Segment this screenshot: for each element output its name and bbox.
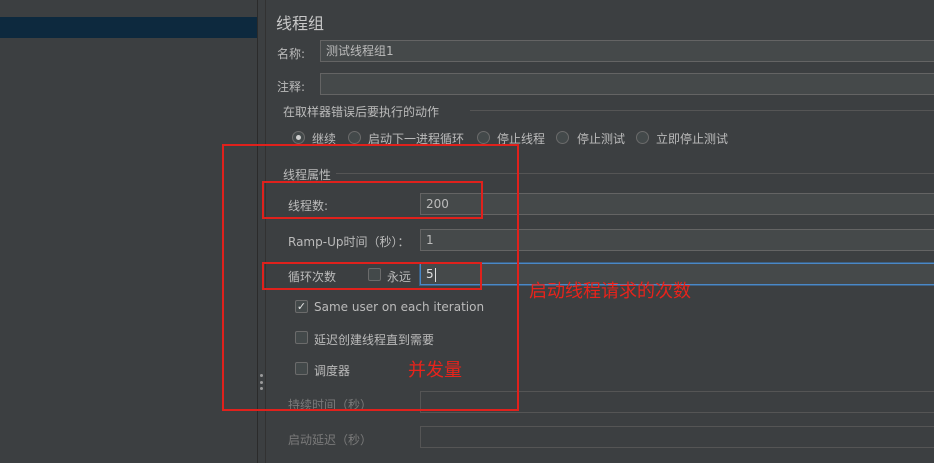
page-title: 线程组 — [276, 14, 325, 33]
radio-stop-thread[interactable] — [477, 131, 490, 144]
comment-field[interactable] — [320, 73, 934, 95]
annotation-box-threads — [262, 181, 483, 219]
error-action-title: 在取样器错误后要执行的动作 — [283, 105, 440, 119]
tree-panel — [0, 0, 257, 463]
section-divider — [470, 110, 934, 111]
startup-delay-field[interactable] — [420, 426, 934, 448]
annotation-concurrency-note: 并发量 — [408, 360, 462, 381]
radio-stop-test-now-label: 立即停止测试 — [656, 132, 729, 146]
tree-item-selected[interactable] — [0, 17, 257, 38]
comment-label: 注释: — [277, 80, 306, 94]
annotation-box-loop — [262, 262, 482, 290]
radio-start-next-loop[interactable] — [348, 131, 361, 144]
radio-stop-test[interactable] — [556, 131, 569, 144]
name-label: 名称: — [277, 47, 306, 61]
startup-delay-label: 启动延迟（秒） — [288, 433, 373, 447]
annotation-loop-note: 启动线程请求的次数 — [529, 281, 691, 302]
radio-stop-test-now[interactable] — [636, 131, 649, 144]
radio-continue[interactable] — [292, 131, 305, 144]
radio-stop-test-label: 停止测试 — [577, 132, 626, 146]
name-field[interactable]: 测试线程组1 — [320, 40, 934, 62]
